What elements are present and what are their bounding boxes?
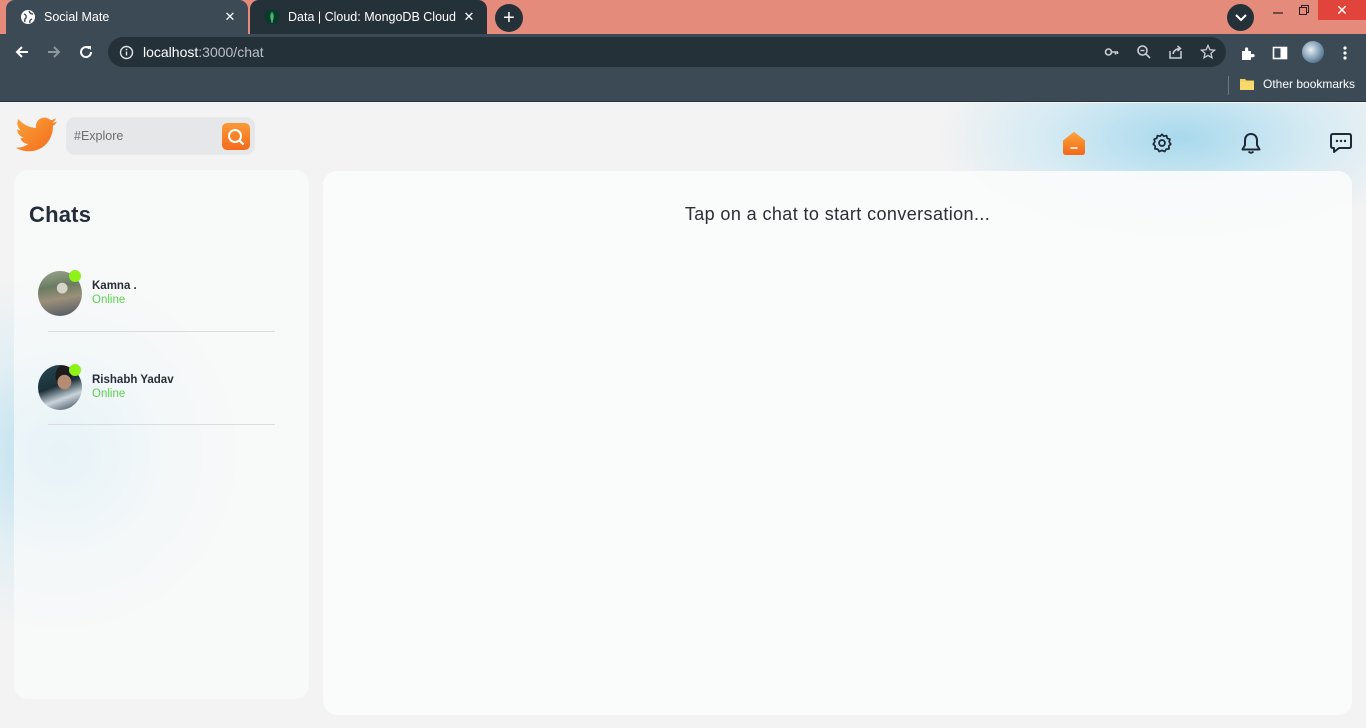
globe-icon [20, 9, 36, 25]
close-icon[interactable]: ✕ [461, 9, 477, 25]
other-bookmarks-label: Other bookmarks [1263, 77, 1356, 91]
nav-home[interactable] [1061, 130, 1087, 156]
forward-button[interactable] [40, 38, 68, 66]
key-icon[interactable] [1102, 42, 1122, 62]
chat-contact-name: Rishabh Yadav [92, 374, 174, 386]
chats-title: Chats [29, 202, 92, 227]
profile-avatar[interactable] [1302, 41, 1324, 63]
mongodb-leaf-icon [264, 9, 280, 25]
chat-list-item[interactable]: Kamna . Online [36, 265, 286, 321]
bookmarks-bar: Other bookmarks [0, 70, 1366, 102]
bookmarks-divider [1228, 76, 1229, 95]
chat-divider [48, 424, 275, 425]
browser-tab-strip: Social Mate ✕ Data | Cloud: MongoDB Clou… [0, 0, 1366, 34]
empty-conversation-hint: Tap on a chat to start conversation... [684, 204, 991, 224]
reload-icon [80, 46, 93, 59]
chat-contact-status: Online [92, 294, 126, 306]
new-tab-button[interactable]: + [495, 4, 523, 32]
arrow-left-icon [15, 46, 28, 58]
arrow-right-icon [48, 46, 61, 58]
close-icon[interactable]: ✕ [222, 9, 238, 25]
search-input[interactable] [74, 127, 214, 145]
tab-mongodb-cloud[interactable]: Data | Cloud: MongoDB Cloud ✕ [250, 0, 487, 34]
nav-settings[interactable] [1149, 130, 1175, 156]
browser-toolbar: localhost:3000/chat [0, 34, 1366, 70]
bird-logo-icon[interactable] [14, 116, 58, 154]
back-button[interactable] [8, 38, 36, 66]
side-panel-button[interactable] [1269, 42, 1291, 64]
search-button[interactable] [222, 123, 250, 150]
url-text: localhost:3000/chat [143, 44, 264, 60]
search-icon [228, 128, 245, 145]
tab-title: Data | Cloud: MongoDB Cloud [288, 10, 456, 24]
other-bookmarks-button[interactable]: Other bookmarks [1240, 77, 1355, 91]
share-icon[interactable] [1166, 42, 1186, 62]
address-bar[interactable]: localhost:3000/chat [108, 37, 1226, 67]
bell-icon [1241, 133, 1261, 154]
more-vertical-icon [1343, 46, 1347, 60]
chat-list-item[interactable]: Rishabh Yadav Online [36, 359, 286, 415]
extensions-button[interactable] [1237, 42, 1259, 64]
chat-divider [48, 331, 275, 332]
app-viewport: Chats Kamna . Online Rishabh Yadav Onlin… [0, 103, 1366, 728]
puzzle-icon [1242, 47, 1255, 60]
tab-search-button[interactable] [1227, 4, 1254, 31]
nav-notifications[interactable] [1238, 130, 1264, 156]
tab-social-mate[interactable]: Social Mate ✕ [6, 0, 248, 34]
settings-icon [1152, 133, 1172, 153]
folder-icon [1240, 78, 1254, 90]
online-indicator [69, 270, 81, 282]
nav-chat[interactable] [1328, 130, 1354, 156]
tab-title: Social Mate [44, 10, 110, 24]
online-indicator [69, 364, 81, 376]
close-window-button[interactable]: ✕ [1318, 0, 1366, 20]
chat-bubble-icon [1330, 133, 1352, 153]
chevron-down-icon [1234, 13, 1247, 21]
info-icon[interactable] [118, 44, 134, 60]
zoom-out-icon[interactable] [1134, 42, 1154, 62]
chats-panel: Chats Kamna . Online Rishabh Yadav Onlin… [14, 170, 309, 699]
chat-contact-status: Online [92, 388, 126, 400]
side-panel-icon [1272, 46, 1288, 60]
reload-button[interactable] [72, 38, 100, 66]
star-icon[interactable] [1198, 42, 1218, 62]
conversation-panel: Tap on a chat to start conversation... [323, 171, 1352, 715]
chat-contact-name: Kamna . [92, 280, 137, 292]
explore-search [66, 117, 255, 155]
browser-menu-button[interactable] [1334, 42, 1356, 64]
home-icon [1063, 132, 1085, 155]
